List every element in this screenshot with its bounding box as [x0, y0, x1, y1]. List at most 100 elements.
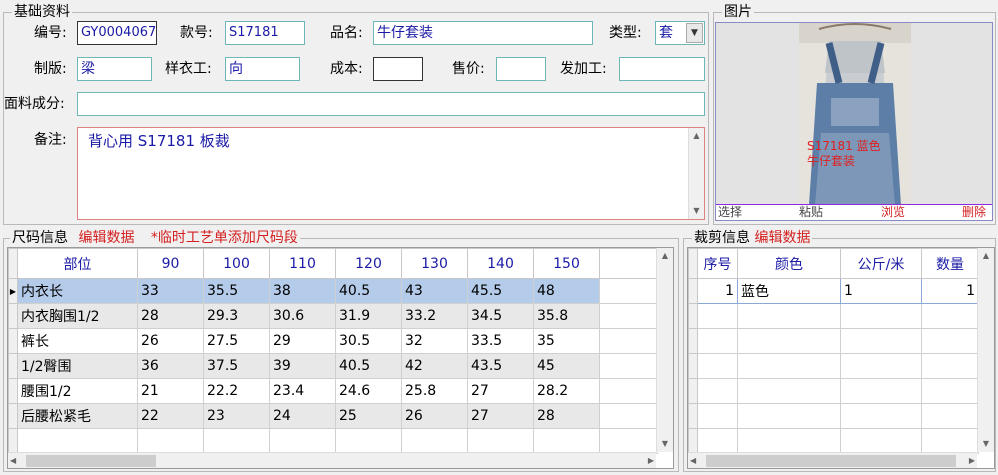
size-grid-vscroll[interactable]: ▲ ▼	[656, 248, 673, 452]
col-header[interactable]: 颜色	[737, 248, 841, 279]
table-row[interactable]: 内衣胸围1/2 28 29.3 30.6 31.9 33.2 34.5 35.8	[8, 303, 658, 329]
table-cell[interactable]	[737, 378, 841, 404]
table-cell[interactable]: 35	[533, 328, 600, 354]
table-row-empty[interactable]	[688, 328, 979, 354]
table-cell[interactable]: 32	[401, 328, 468, 354]
table-cell[interactable]	[737, 403, 841, 429]
table-cell[interactable]: 43.5	[467, 353, 534, 379]
table-cell[interactable]: 26	[137, 328, 204, 354]
scroll-right-icon[interactable]: ▶	[969, 453, 975, 468]
table-cell[interactable]: 裤长	[17, 328, 138, 354]
table-cell[interactable]: 27	[467, 403, 534, 429]
table-cell[interactable]: 43	[401, 278, 468, 304]
picture-paste-button[interactable]: 粘贴	[799, 205, 823, 220]
table-cell[interactable]: 25.8	[401, 378, 468, 404]
table-cell[interactable]: 27.5	[203, 328, 270, 354]
style-no-field[interactable]: S17181	[225, 21, 305, 45]
table-cell[interactable]	[697, 328, 738, 354]
table-cell[interactable]: 35.8	[533, 303, 600, 329]
scroll-right-icon[interactable]: ▶	[648, 453, 654, 468]
picture-browse-button[interactable]: 浏览	[881, 205, 905, 220]
table-row[interactable]: 腰围1/2 21 22.2 23.4 24.6 25.8 27 28.2	[8, 378, 658, 404]
table-cell[interactable]	[737, 328, 841, 354]
pattern-field[interactable]: 梁	[77, 57, 152, 81]
table-row[interactable]: ▶ 内衣长 33 35.5 38 40.5 43 45.5 48	[8, 278, 658, 304]
table-cell[interactable]: 40.5	[335, 278, 402, 304]
col-header[interactable]: 100	[203, 248, 270, 279]
scroll-up-icon[interactable]: ▲	[657, 248, 673, 264]
table-cell[interactable]	[697, 353, 738, 379]
picture-delete-button[interactable]: 删除	[962, 205, 986, 220]
table-cell[interactable]	[921, 428, 979, 454]
col-header[interactable]: 120	[335, 248, 402, 279]
table-cell[interactable]: 1	[921, 278, 979, 304]
table-cell[interactable]: 35.5	[203, 278, 270, 304]
price-field[interactable]	[496, 57, 546, 81]
process-field[interactable]	[619, 57, 705, 81]
code-field[interactable]: GY0004067	[77, 21, 157, 45]
scroll-down-icon[interactable]: ▼	[689, 203, 704, 219]
table-cell[interactable]: 40.5	[335, 353, 402, 379]
remark-textarea[interactable]: 背心用 S17181 板裁	[77, 127, 705, 220]
table-cell[interactable]: 1	[697, 278, 738, 304]
table-row-empty[interactable]	[688, 353, 979, 379]
table-cell[interactable]: 腰围1/2	[17, 378, 138, 404]
table-cell[interactable]: 23.4	[269, 378, 336, 404]
table-cell[interactable]	[203, 428, 270, 454]
table-cell[interactable]: 21	[137, 378, 204, 404]
col-header[interactable]: 90	[137, 248, 204, 279]
table-cell[interactable]	[840, 303, 922, 329]
table-cell[interactable]: 1/2臀围	[17, 353, 138, 379]
product-name-field[interactable]: 牛仔套装	[373, 21, 593, 45]
table-row[interactable]: 1/2臀围 36 37.5 39 40.5 42 43.5 45	[8, 353, 658, 379]
fabric-field[interactable]	[77, 92, 705, 116]
table-cell[interactable]: 22.2	[203, 378, 270, 404]
table-cell[interactable]	[137, 428, 204, 454]
size-edit-link[interactable]: 编辑数据	[78, 230, 134, 246]
table-cell[interactable]: 30.5	[335, 328, 402, 354]
table-cell[interactable]: 36	[137, 353, 204, 379]
table-cell[interactable]: 33	[137, 278, 204, 304]
table-cell[interactable]	[737, 353, 841, 379]
table-cell[interactable]: 45	[533, 353, 600, 379]
table-cell[interactable]: 23	[203, 403, 270, 429]
table-cell[interactable]	[921, 378, 979, 404]
scroll-down-icon[interactable]: ▼	[657, 436, 673, 452]
sample-maker-field[interactable]: 向	[225, 57, 300, 81]
table-cell[interactable]: 31.9	[335, 303, 402, 329]
table-cell[interactable]: 蓝色	[737, 278, 841, 304]
table-cell[interactable]	[921, 403, 979, 429]
table-cell[interactable]: 45.5	[467, 278, 534, 304]
table-cell[interactable]	[401, 428, 468, 454]
remark-scrollbar[interactable]: ▲ ▼	[688, 128, 704, 219]
table-cell[interactable]	[697, 378, 738, 404]
table-cell[interactable]: 28.2	[533, 378, 600, 404]
col-header[interactable]: 部位	[17, 248, 138, 279]
table-cell[interactable]	[840, 353, 922, 379]
table-cell[interactable]: 后腰松紧毛	[17, 403, 138, 429]
table-cell[interactable]: 22	[137, 403, 204, 429]
table-row-empty[interactable]	[688, 378, 979, 404]
scroll-up-icon[interactable]: ▲	[689, 128, 704, 144]
table-cell[interactable]: 内衣胸围1/2	[17, 303, 138, 329]
table-cell[interactable]	[840, 428, 922, 454]
table-cell[interactable]: 39	[269, 353, 336, 379]
size-grid-hscroll-thumb[interactable]	[26, 455, 156, 467]
type-select[interactable]: 套 ▼	[655, 21, 705, 45]
table-row-empty[interactable]	[688, 303, 979, 329]
table-cell[interactable]	[467, 428, 534, 454]
table-cell[interactable]	[17, 428, 138, 454]
table-cell[interactable]: 42	[401, 353, 468, 379]
table-cell[interactable]: 29.3	[203, 303, 270, 329]
col-header[interactable]: 130	[401, 248, 468, 279]
table-cell[interactable]	[921, 328, 979, 354]
table-cell[interactable]	[840, 328, 922, 354]
table-cell[interactable]	[697, 403, 738, 429]
table-cell[interactable]: 25	[335, 403, 402, 429]
table-cell[interactable]: 30.6	[269, 303, 336, 329]
table-cell[interactable]: 26	[401, 403, 468, 429]
col-header[interactable]: 110	[269, 248, 336, 279]
col-header[interactable]: 140	[467, 248, 534, 279]
table-cell[interactable]	[697, 428, 738, 454]
table-cell[interactable]	[335, 428, 402, 454]
